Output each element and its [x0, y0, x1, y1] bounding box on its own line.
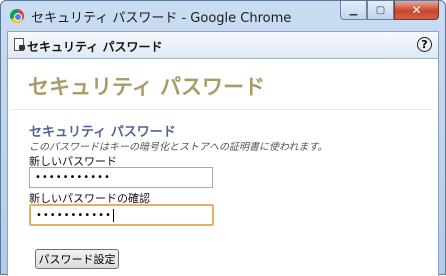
- secure-page-icon: [14, 38, 25, 51]
- section-description: このパスワードはキーの暗号化とストアへの証明書に使われます。: [29, 142, 328, 153]
- window-controls: ▁ ▢ ✕: [340, 1, 439, 21]
- chrome-logo-icon: [10, 9, 24, 23]
- new-password-value: •••••••••••: [35, 172, 111, 183]
- heading-divider: [12, 109, 434, 110]
- minimize-button[interactable]: ▁: [340, 1, 367, 20]
- text-caret: [112, 208, 114, 222]
- browser-window: セキュリティ パスワード - Google Chrome ▁ ▢ ✕ セキュリテ…: [0, 0, 446, 276]
- title-bar[interactable]: セキュリティ パスワード - Google Chrome ▁ ▢ ✕: [1, 1, 445, 31]
- confirm-password-value: •••••••••••: [36, 209, 112, 221]
- window-title: セキュリティ パスワード - Google Chrome: [31, 11, 292, 26]
- page-title: セキュリティ パスワード: [28, 75, 266, 99]
- maximize-button[interactable]: ▢: [367, 1, 394, 20]
- toolbar-title: セキュリティ パスワード: [27, 40, 163, 54]
- help-icon[interactable]: ?: [417, 37, 432, 52]
- page-content: セキュリティ パスワード セキュリティ パスワード このパスワードはキーの暗号化…: [7, 59, 439, 276]
- confirm-password-field[interactable]: •••••••••••: [29, 204, 214, 226]
- new-password-field[interactable]: •••••••••••: [29, 167, 213, 188]
- set-password-button[interactable]: パスワード設定: [35, 249, 119, 269]
- close-button[interactable]: ✕: [394, 1, 439, 20]
- app-toolbar: セキュリティ パスワード ?: [7, 31, 439, 59]
